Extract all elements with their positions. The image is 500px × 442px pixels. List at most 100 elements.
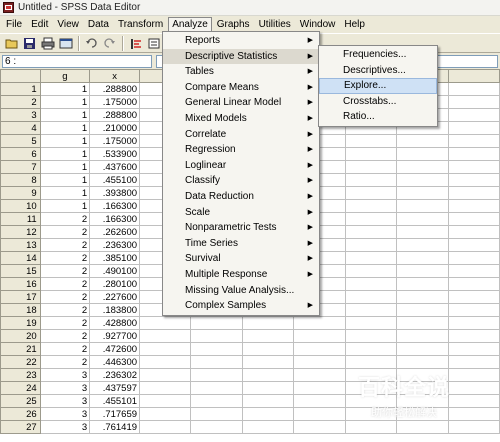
column-header-g[interactable]: g — [39, 69, 91, 83]
cell-empty[interactable] — [344, 238, 397, 252]
cell-empty[interactable] — [447, 212, 500, 226]
cell-empty[interactable] — [344, 355, 397, 369]
cell-empty[interactable] — [447, 290, 500, 304]
row-number[interactable]: 4 — [0, 121, 41, 135]
menu-item-nonparametric-tests[interactable]: Nonparametric Tests ▶ — [163, 220, 319, 236]
cell-x[interactable]: .446300 — [89, 355, 141, 369]
cell-empty[interactable] — [139, 316, 192, 330]
cell-empty[interactable] — [139, 394, 192, 408]
cell-x[interactable]: .288800 — [89, 108, 141, 122]
row-number[interactable]: 18 — [0, 303, 41, 317]
open-folder-icon[interactable] — [3, 35, 20, 51]
cell-empty[interactable] — [395, 277, 449, 291]
column-header-var[interactable] — [447, 69, 500, 83]
cell-empty[interactable] — [190, 329, 243, 343]
cell-x[interactable]: .280100 — [89, 277, 141, 291]
cell-empty[interactable] — [395, 329, 449, 343]
cell-empty[interactable] — [447, 108, 500, 122]
menu-file[interactable]: File — [2, 17, 26, 32]
row-number[interactable]: 17 — [0, 290, 41, 304]
menu-item-regression[interactable]: Regression ▶ — [163, 142, 319, 158]
cell-empty[interactable] — [395, 316, 449, 330]
cell-g[interactable]: 1 — [39, 121, 91, 135]
undo-icon[interactable] — [83, 35, 100, 51]
cell-empty[interactable] — [344, 134, 397, 148]
cell-empty[interactable] — [190, 420, 243, 434]
cell-x[interactable]: .166300 — [89, 199, 141, 213]
cell-empty[interactable] — [447, 329, 500, 343]
cell-x[interactable]: .210000 — [89, 121, 141, 135]
menu-item-scale[interactable]: Scale ▶ — [163, 205, 319, 221]
cell-empty[interactable] — [344, 303, 397, 317]
row-number[interactable]: 14 — [0, 251, 41, 265]
cell-g[interactable]: 1 — [39, 108, 91, 122]
cell-empty[interactable] — [344, 329, 397, 343]
menu-utilities[interactable]: Utilities — [255, 17, 295, 32]
row-number[interactable]: 7 — [0, 160, 41, 174]
row-number[interactable]: 25 — [0, 394, 41, 408]
cell-empty[interactable] — [447, 121, 500, 135]
cell-x[interactable]: .236300 — [89, 238, 141, 252]
menu-item-reports[interactable]: Reports ▶ — [163, 33, 319, 49]
menu-item-tables[interactable]: Tables ▶ — [163, 64, 319, 80]
cell-x[interactable]: .227600 — [89, 290, 141, 304]
redo-icon[interactable] — [101, 35, 118, 51]
cell-g[interactable]: 1 — [39, 173, 91, 187]
row-number[interactable]: 1 — [0, 82, 41, 96]
cell-empty[interactable] — [344, 147, 397, 161]
row-number[interactable]: 21 — [0, 342, 41, 356]
row-number[interactable]: 20 — [0, 329, 41, 343]
cell-g[interactable]: 2 — [39, 316, 91, 330]
cell-empty[interactable] — [293, 420, 346, 434]
menu-item-correlate[interactable]: Correlate ▶ — [163, 127, 319, 143]
cell-empty[interactable] — [447, 134, 500, 148]
row-number[interactable]: 6 — [0, 147, 41, 161]
cell-empty[interactable] — [190, 355, 243, 369]
cell-empty[interactable] — [241, 420, 295, 434]
cell-empty[interactable] — [447, 82, 500, 96]
cell-empty[interactable] — [447, 251, 500, 265]
cell-empty[interactable] — [190, 316, 243, 330]
cell-x[interactable]: .428800 — [89, 316, 141, 330]
cell-g[interactable]: 2 — [39, 355, 91, 369]
cell-empty[interactable] — [190, 394, 243, 408]
cell-empty[interactable] — [344, 251, 397, 265]
cell-empty[interactable] — [241, 407, 295, 421]
cell-empty[interactable] — [241, 381, 295, 395]
cell-empty[interactable] — [395, 420, 449, 434]
cell-empty[interactable] — [447, 160, 500, 174]
menu-item-compare-means[interactable]: Compare Means ▶ — [163, 80, 319, 96]
cell-x[interactable]: .455100 — [89, 173, 141, 187]
row-number[interactable]: 5 — [0, 134, 41, 148]
cell-empty[interactable] — [395, 134, 449, 148]
cell-g[interactable]: 3 — [39, 420, 91, 434]
cell-empty[interactable] — [447, 199, 500, 213]
cell-empty[interactable] — [241, 342, 295, 356]
cell-empty[interactable] — [190, 342, 243, 356]
submenu-item-crosstabs[interactable]: Crosstabs... — [319, 94, 437, 110]
cell-g[interactable]: 2 — [39, 212, 91, 226]
menu-item-mixed-models[interactable]: Mixed Models ▶ — [163, 111, 319, 127]
cell-g[interactable]: 3 — [39, 394, 91, 408]
cell-g[interactable]: 2 — [39, 264, 91, 278]
cell-empty[interactable] — [139, 355, 192, 369]
cell-g[interactable]: 2 — [39, 303, 91, 317]
cell-empty[interactable] — [447, 355, 500, 369]
cell-x[interactable]: .385100 — [89, 251, 141, 265]
cell-empty[interactable] — [447, 277, 500, 291]
corner-header[interactable] — [0, 69, 41, 83]
cell-g[interactable]: 2 — [39, 290, 91, 304]
dialog-recall-icon[interactable] — [57, 35, 74, 51]
menu-item-loglinear[interactable]: Loglinear ▶ — [163, 158, 319, 174]
cell-empty[interactable] — [241, 329, 295, 343]
cell-empty[interactable] — [241, 368, 295, 382]
save-icon[interactable] — [21, 35, 38, 51]
cell-empty[interactable] — [447, 264, 500, 278]
cell-empty[interactable] — [395, 147, 449, 161]
cell-empty[interactable] — [293, 329, 346, 343]
cell-g[interactable]: 2 — [39, 329, 91, 343]
cell-empty[interactable] — [395, 355, 449, 369]
cell-empty[interactable] — [344, 277, 397, 291]
cell-empty[interactable] — [395, 225, 449, 239]
cell-g[interactable]: 2 — [39, 251, 91, 265]
